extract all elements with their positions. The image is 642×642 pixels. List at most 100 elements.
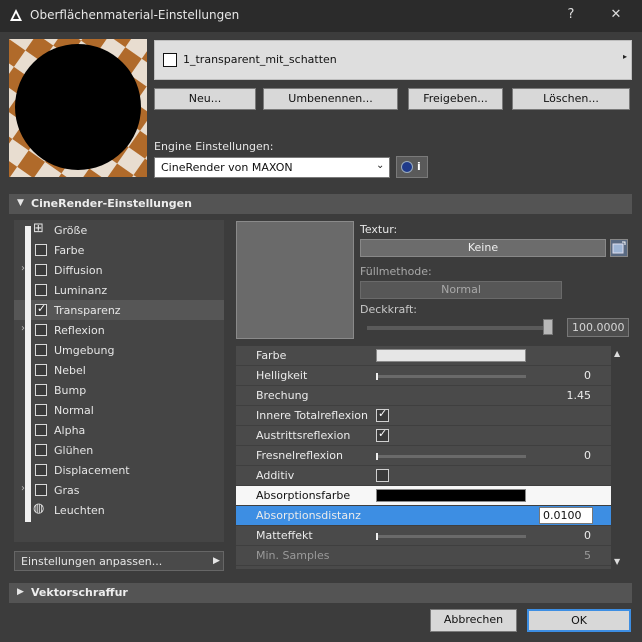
share-button[interactable]: Freigeben... [408, 88, 503, 110]
cancel-button[interactable]: Abbrechen [430, 609, 517, 632]
section-cinerender[interactable]: ▼ CineRender-Einstellungen [9, 194, 632, 214]
channel-checkbox[interactable] [35, 302, 47, 316]
texture-button[interactable]: Keine [360, 239, 606, 257]
channel-row[interactable]: ⊞ Größe [14, 220, 224, 240]
material-checkbox[interactable] [163, 53, 177, 67]
channel-checkbox[interactable] [35, 444, 47, 456]
color-swatch[interactable] [376, 349, 526, 362]
cinema4d-icon [401, 161, 413, 173]
property-label: Farbe [256, 349, 287, 362]
help-button[interactable]: ? [561, 7, 581, 25]
channel-label: Nebel [54, 364, 86, 377]
property-checkbox[interactable] [376, 469, 389, 482]
property-row[interactable]: Absorptionsfarbe [236, 486, 611, 506]
opacity-slider-track[interactable] [367, 326, 549, 330]
channel-row[interactable]: Farbe [14, 240, 224, 260]
channel-label: Luminanz [54, 284, 108, 297]
property-slider[interactable] [376, 373, 526, 380]
lamp-icon: ◍ [33, 501, 45, 516]
channel-checkbox[interactable] [35, 344, 47, 356]
channel-label: Normal [54, 404, 94, 417]
rename-button[interactable]: Umbenennen... [263, 88, 398, 110]
property-value: 0 [584, 529, 591, 542]
property-row[interactable]: Austrittsreflexion [236, 426, 611, 446]
property-input[interactable]: 0.0100 [539, 507, 593, 524]
channel-row[interactable]: Luminanz [14, 280, 224, 300]
opacity-slider-thumb[interactable] [543, 319, 553, 335]
title-bar: Oberflächenmaterial-Einstellungen ? ✕ [0, 0, 642, 32]
channel-checkbox[interactable] [35, 244, 47, 256]
material-preview [9, 39, 147, 177]
texture-label: Textur: [360, 223, 398, 236]
property-row[interactable]: Innere Totalreflexion [236, 406, 611, 426]
property-row[interactable]: Matteffekt 0 [236, 526, 611, 546]
opacity-input[interactable]: 100.0000 [567, 318, 629, 337]
property-label: Austrittsreflexion [256, 429, 351, 442]
channel-row[interactable]: Normal [14, 400, 224, 420]
channel-row[interactable]: ◍ Leuchten [14, 500, 224, 520]
channel-checkbox[interactable] [35, 384, 47, 396]
section-vector-hatching[interactable]: ▶ Vektorschraffur [9, 583, 632, 603]
property-value: 0 [584, 449, 591, 462]
customize-settings-button[interactable]: Einstellungen anpassen... ▶ [14, 551, 224, 571]
scroll-up-icon[interactable]: ▲ [614, 349, 620, 358]
channel-checkbox[interactable] [35, 264, 47, 276]
selection-strip [25, 226, 31, 522]
channel-checkbox[interactable] [35, 464, 47, 476]
chevron-down-icon[interactable]: ⌄ [376, 160, 384, 171]
property-row[interactable]: Absorptionsdistanz 0.0100 [236, 506, 611, 526]
channel-label: Displacement [54, 464, 130, 477]
property-label: Absorptionsfarbe [256, 489, 351, 502]
channel-row[interactable]: Bump [14, 380, 224, 400]
channel-checkbox[interactable] [35, 404, 47, 416]
channel-row[interactable]: Nebel [14, 360, 224, 380]
section-label: Vektorschraffur [31, 586, 128, 599]
channel-row[interactable]: Umgebung [14, 340, 224, 360]
channel-row[interactable]: Glühen [14, 440, 224, 460]
channel-label: Reflexion [54, 324, 105, 337]
property-row[interactable]: Additiv [236, 466, 611, 486]
channel-checkbox[interactable] [35, 324, 47, 336]
property-row[interactable]: Brechung 1.45 [236, 386, 611, 406]
texture-browse-icon[interactable] [610, 239, 628, 257]
new-button[interactable]: Neu... [154, 88, 256, 110]
property-value: 0 [584, 369, 591, 382]
opacity-label: Deckkraft: [360, 303, 417, 316]
property-slider[interactable] [376, 453, 526, 460]
fill-method-select[interactable]: Normal [360, 281, 562, 299]
channel-list: ⊞ Größe Farbe ›Diffusion Luminanz Transparenz… [14, 220, 224, 542]
channel-row[interactable]: Alpha [14, 420, 224, 440]
channel-checkbox[interactable] [35, 484, 47, 496]
property-row[interactable]: Helligkeit 0 [236, 366, 611, 386]
channel-row[interactable]: Transparenz [14, 300, 224, 320]
close-button[interactable]: ✕ [606, 7, 626, 25]
channel-checkbox[interactable] [35, 364, 47, 376]
property-row[interactable]: Fresnelreflexion 0 [236, 446, 611, 466]
engine-info-button[interactable]: i [396, 156, 428, 178]
delete-button[interactable]: Löschen... [512, 88, 630, 110]
scroll-down-icon[interactable]: ▼ [614, 557, 620, 566]
channel-row[interactable]: › Reflexion [14, 320, 224, 340]
material-name-field[interactable]: 1_transparent_mit_schatten ▸ [154, 40, 632, 80]
property-checkbox[interactable] [376, 407, 389, 422]
property-row[interactable]: Farbe [236, 346, 611, 366]
property-checkbox[interactable] [376, 427, 389, 442]
engine-select[interactable]: CineRender von MAXON [154, 157, 390, 178]
property-label: Absorptionsdistanz [256, 509, 361, 522]
color-swatch[interactable] [376, 489, 526, 502]
property-row[interactable]: Min. Samples 5 [236, 546, 611, 566]
channel-checkbox[interactable] [35, 424, 47, 436]
channel-label: Bump [54, 384, 87, 397]
property-label: Matteffekt [256, 529, 313, 542]
channel-checkbox[interactable] [35, 284, 47, 296]
property-value: 1.45 [566, 389, 592, 402]
chevron-right-icon[interactable]: ▸ [623, 52, 627, 61]
property-slider[interactable] [376, 533, 526, 540]
preview-sphere [15, 44, 141, 170]
ok-button[interactable]: OK [527, 609, 631, 632]
channel-row[interactable]: › Diffusion [14, 260, 224, 280]
channel-label: Transparenz [54, 304, 121, 317]
channel-label: Glühen [54, 444, 94, 457]
channel-row[interactable]: Displacement [14, 460, 224, 480]
channel-row[interactable]: › Gras [14, 480, 224, 500]
